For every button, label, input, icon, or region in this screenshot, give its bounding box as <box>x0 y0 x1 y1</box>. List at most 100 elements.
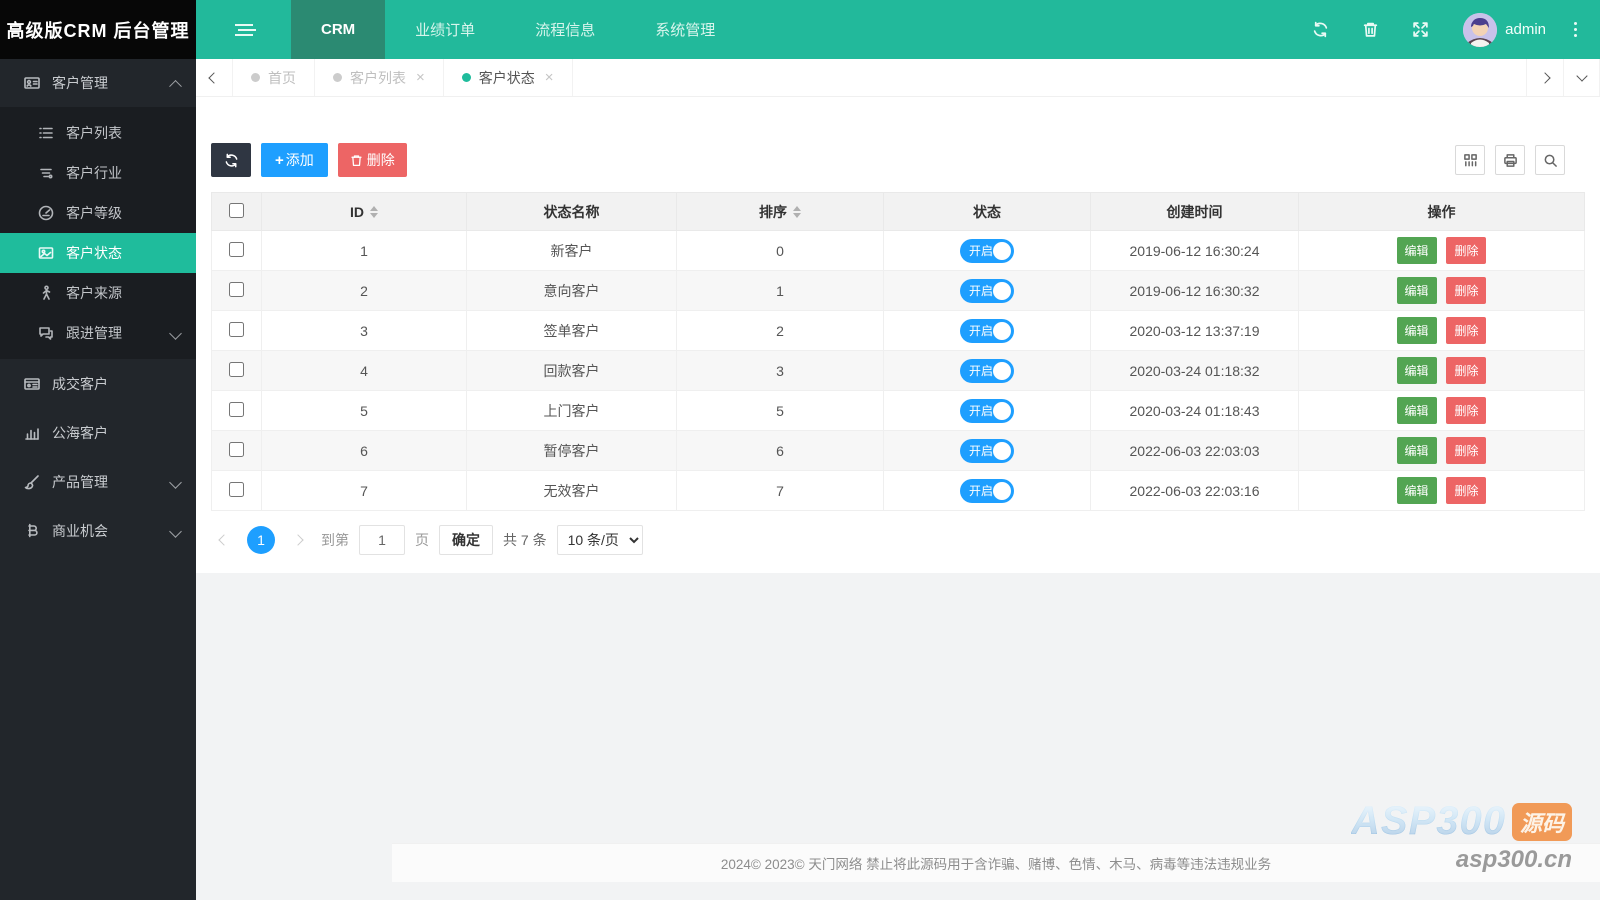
table-toolbar: + 添加 删除 <box>211 143 1585 177</box>
status-toggle[interactable]: 开启 <box>960 358 1014 383</box>
edit-button[interactable]: 编辑 <box>1396 237 1437 264</box>
tab-scroll-left-button[interactable] <box>196 59 233 96</box>
header-checkbox-cell <box>211 192 262 231</box>
more-menu-button[interactable] <box>1560 0 1590 59</box>
list-icon <box>39 127 53 139</box>
add-button[interactable]: + 添加 <box>261 143 328 177</box>
refresh-icon <box>1313 21 1327 38</box>
select-all-checkbox[interactable] <box>229 202 244 218</box>
cell-id: 3 <box>261 310 467 351</box>
sidebar-group-customer-management[interactable]: 客户管理 <box>0 59 196 107</box>
tab-menu-button[interactable] <box>1563 59 1600 96</box>
fullscreen-button[interactable] <box>1395 0 1445 59</box>
sort-icon[interactable] <box>370 205 378 218</box>
edit-button[interactable]: 编辑 <box>1396 477 1437 504</box>
delete-button[interactable]: 删除 <box>1446 437 1487 464</box>
delete-button[interactable]: 删除 <box>1446 357 1487 384</box>
table-refresh-button[interactable] <box>211 143 251 177</box>
sort-icon[interactable] <box>793 205 801 218</box>
row-checkbox-cell <box>211 230 262 271</box>
toggle-knob <box>993 361 1011 380</box>
status-toggle[interactable]: 开启 <box>960 478 1014 503</box>
print-button[interactable] <box>1495 145 1525 175</box>
columns-filter-button[interactable] <box>1455 145 1485 175</box>
header-id[interactable]: ID <box>261 192 467 231</box>
image-card-icon <box>38 247 54 259</box>
delete-button[interactable]: 删除 <box>1446 237 1487 264</box>
cell-status: 开启 <box>883 310 1091 351</box>
topnav-item-orders[interactable]: 业绩订单 <box>385 0 505 59</box>
sidebar-item-customer-level[interactable]: 客户等级 <box>0 193 196 233</box>
sidebar-item-customer-source[interactable]: 客户来源 <box>0 273 196 313</box>
cell-status: 开启 <box>883 350 1091 391</box>
tab-close-icon[interactable]: × <box>416 69 425 86</box>
cell-action: 编辑 删除 <box>1298 430 1585 471</box>
sidebar-collapse-button[interactable] <box>196 0 291 59</box>
tab-home[interactable]: 首页 <box>233 59 315 96</box>
row-checkbox[interactable] <box>229 281 244 297</box>
topnav-item-system[interactable]: 系统管理 <box>625 0 745 59</box>
tab-scroll-right-button[interactable] <box>1526 59 1563 96</box>
pagination: 1 到第 页 确定 共 7 条 10 条/页 <box>211 525 1585 555</box>
edit-button[interactable]: 编辑 <box>1396 357 1437 384</box>
username-label[interactable]: admin <box>1505 21 1546 38</box>
status-toggle[interactable]: 开启 <box>960 318 1014 343</box>
sidebar-item-customer-industry[interactable]: 客户行业 <box>0 153 196 193</box>
topnav-item-process[interactable]: 流程信息 <box>505 0 625 59</box>
expand-arrows-icon <box>1412 22 1428 37</box>
cell-id: 7 <box>261 470 467 511</box>
status-toggle[interactable]: 开启 <box>960 278 1014 303</box>
delete-button[interactable]: 删除 <box>1446 477 1487 504</box>
confirm-page-button[interactable]: 确定 <box>439 525 493 555</box>
delete-button[interactable]: 删除 <box>1446 317 1487 344</box>
row-checkbox-cell <box>211 270 262 311</box>
tab-customer-list[interactable]: 客户列表 × <box>315 59 444 96</box>
sidebar-item-public-sea-customers[interactable]: 公海客户 <box>0 408 196 457</box>
status-toggle[interactable]: 开启 <box>960 438 1014 463</box>
prev-page-button[interactable] <box>211 527 237 553</box>
user-avatar[interactable] <box>1463 12 1498 47</box>
row-checkbox[interactable] <box>229 241 244 257</box>
delete-button[interactable]: 删除 <box>1446 397 1487 424</box>
sidebar-item-deal-customers[interactable]: 成交客户 <box>0 359 196 408</box>
sidebar-item-product-management[interactable]: 产品管理 <box>0 457 196 506</box>
sidebar-submenu-customer: 客户列表 客户行业 客户等级 客户状态 客户来源 跟进管理 <box>0 107 196 359</box>
batch-delete-button[interactable]: 删除 <box>337 143 407 177</box>
row-checkbox[interactable] <box>229 481 244 497</box>
cell-status: 开启 <box>883 270 1091 311</box>
delete-button[interactable]: 删除 <box>1446 277 1487 304</box>
row-checkbox[interactable] <box>229 321 244 337</box>
sidebar-item-customer-status[interactable]: 客户状态 <box>0 233 196 273</box>
row-checkbox[interactable] <box>229 441 244 457</box>
cell-id: 6 <box>261 430 467 471</box>
refresh-button[interactable] <box>1295 0 1345 59</box>
table-tools <box>1455 145 1585 175</box>
edit-button[interactable]: 编辑 <box>1396 277 1437 304</box>
edit-button[interactable]: 编辑 <box>1396 437 1437 464</box>
row-checkbox-cell <box>211 390 262 431</box>
topnav-item-crm[interactable]: CRM <box>291 0 386 59</box>
header-sort[interactable]: 排序 <box>676 192 884 231</box>
tab-close-icon[interactable]: × <box>545 69 554 86</box>
page-number-input[interactable] <box>359 525 405 555</box>
cell-sort: 1 <box>676 270 884 311</box>
next-page-button[interactable] <box>285 527 311 553</box>
clear-cache-button[interactable] <box>1345 0 1395 59</box>
bar-chart-icon <box>25 427 39 440</box>
cell-created-time: 2022-06-03 22:03:03 <box>1090 430 1299 471</box>
edit-button[interactable]: 编辑 <box>1396 397 1437 424</box>
edit-button[interactable]: 编辑 <box>1396 317 1437 344</box>
toggle-knob <box>993 401 1011 420</box>
sidebar-item-business-opportunity[interactable]: 商业机会 <box>0 506 196 555</box>
status-toggle[interactable]: 开启 <box>960 238 1014 263</box>
table-row: 2 意向客户 1 开启 2019-06-12 16:30:32 编辑 删除 <box>211 270 1585 311</box>
sidebar-item-customer-list[interactable]: 客户列表 <box>0 113 196 153</box>
sidebar-item-follow-management[interactable]: 跟进管理 <box>0 313 196 353</box>
row-checkbox[interactable] <box>229 401 244 417</box>
row-checkbox[interactable] <box>229 361 244 377</box>
page-number-1[interactable]: 1 <box>247 526 275 554</box>
status-toggle[interactable]: 开启 <box>960 398 1014 423</box>
search-button[interactable] <box>1535 145 1565 175</box>
per-page-select[interactable]: 10 条/页 <box>556 525 643 555</box>
tab-customer-status[interactable]: 客户状态 × <box>444 59 573 96</box>
